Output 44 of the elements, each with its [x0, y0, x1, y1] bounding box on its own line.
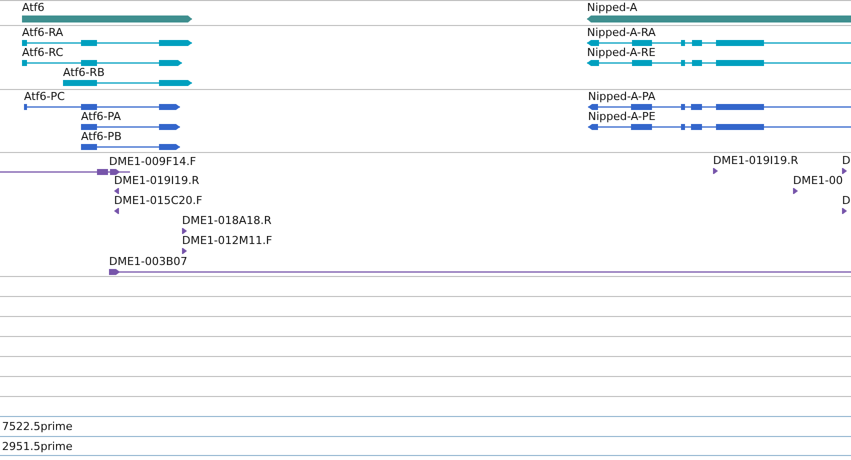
feature-label: DME1-009F14.F — [109, 155, 196, 168]
feature-label: Atf6-RB — [63, 66, 105, 79]
feature-label: DME1-019I19.R — [713, 154, 798, 167]
feature-label: Nipped-A-RE — [587, 46, 656, 59]
est-glyph[interactable] — [0, 169, 130, 175]
feature-label: DME1-00 — [793, 174, 843, 187]
feature-label: Nipped-A-RA — [587, 26, 656, 39]
est-glyph[interactable] — [793, 188, 798, 194]
feature-label: Nipped-A-PE — [588, 110, 656, 123]
feature-label: Atf6-PB — [81, 130, 122, 143]
est-glyph[interactable] — [842, 168, 847, 174]
protein-glyph[interactable] — [588, 104, 851, 110]
feature-label: Atf6-PA — [81, 110, 121, 123]
feature-label: DME1-018A18.R — [182, 214, 272, 227]
protein-glyph[interactable] — [24, 104, 180, 110]
transcript-glyph[interactable] — [22, 60, 182, 66]
feature-label: D — [842, 194, 850, 207]
est-glyph[interactable] — [842, 208, 847, 214]
est-glyph[interactable] — [713, 168, 718, 174]
feature-label: DME1-012M11.F — [182, 234, 272, 247]
transcript-glyph[interactable] — [587, 40, 851, 46]
transcript-glyph[interactable] — [587, 60, 851, 66]
est-glyph[interactable] — [109, 269, 851, 275]
transcript-glyph[interactable] — [22, 40, 192, 46]
feature-label: Nipped-A-PA — [588, 90, 656, 103]
feature-label: Atf6-PC — [24, 90, 65, 103]
feature-label: Atf6-RA — [22, 26, 64, 39]
feature-label: DME1-003B07 — [109, 255, 188, 268]
track-row-label: 7522.5prime — [1, 420, 73, 433]
est-glyph[interactable] — [182, 228, 187, 234]
feature-label: DME1-019I19.R — [114, 174, 200, 187]
feature-label: D — [842, 154, 850, 167]
feature-label: DME1-015C20.F — [114, 194, 202, 207]
est-glyph[interactable] — [182, 248, 187, 254]
transcript-glyph[interactable] — [63, 80, 192, 86]
track-row-label: 2951.5prime — [1, 440, 73, 452]
protein-glyph[interactable] — [81, 144, 180, 150]
est-glyph[interactable] — [114, 188, 119, 194]
feature-label: Atf6-RC — [22, 46, 64, 59]
est-glyph[interactable] — [114, 208, 119, 214]
feature-label: Atf6 — [22, 1, 45, 14]
protein-glyph[interactable] — [588, 124, 851, 130]
protein-glyph[interactable] — [81, 124, 180, 130]
feature-label: Nipped-A — [587, 1, 638, 14]
